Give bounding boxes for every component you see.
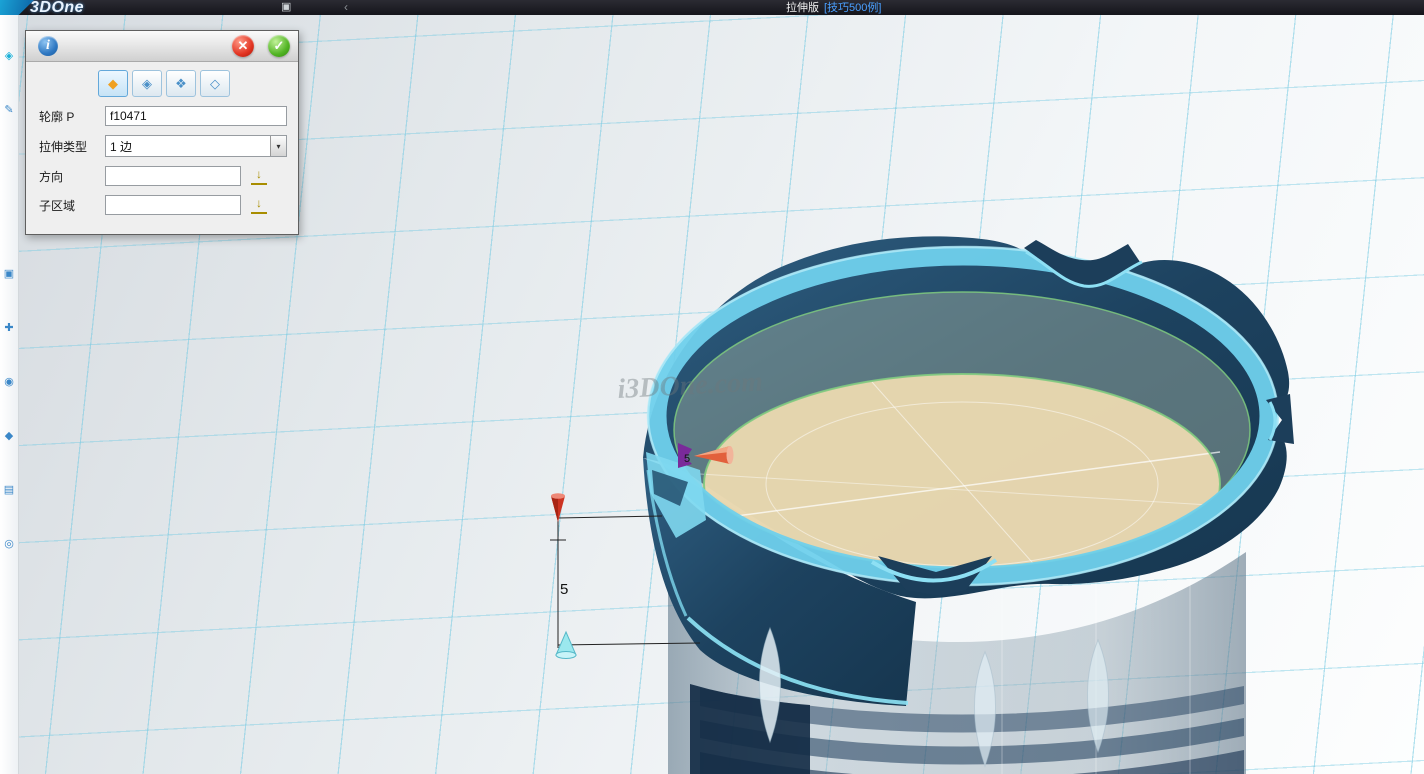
mode-add-button[interactable]: ◈ (132, 70, 162, 97)
extrude-type-value: 1 边 (106, 138, 270, 155)
topbar: 3DOne ▣ ‹ 拉伸版 [技巧500例] (0, 0, 1424, 15)
sidebar-extrude-tool-icon[interactable]: ◆ (2, 429, 16, 443)
profile-field-row: 轮廓 P (26, 106, 298, 126)
extrude-type-select[interactable]: 1 边 ▾ (105, 135, 287, 157)
mode-base-button[interactable]: ◆ (98, 70, 128, 97)
sidebar-solid-tool-icon[interactable]: ▣ (2, 267, 16, 281)
extrude-dialog: i ✕ ✓ ◆ ◈ ❖ ◇ 轮廓 P 拉伸类型 1 边 ▾ 方向 ↓ 子区域 (25, 30, 299, 235)
document-title-doc: [技巧500例] (824, 2, 881, 14)
direction-field-row: 方向 ↓ (26, 166, 298, 186)
app-logo: 3DOne (30, 0, 84, 15)
extrude-type-label: 拉伸类型 (26, 138, 105, 155)
cancel-button[interactable]: ✕ (232, 35, 254, 57)
subregion-field-row: 子区域 ↓ (26, 195, 298, 215)
subregion-label: 子区域 (26, 197, 105, 214)
direction-label: 方向 (26, 168, 105, 185)
info-icon[interactable]: i (38, 36, 58, 56)
left-toolbar: ◈ ✎ ▣ ✚ ◉ ◆ ▤ ◎ (0, 15, 19, 774)
direction-pick-arrow-icon[interactable]: ↓ (251, 168, 267, 185)
document-title-text: 拉伸版 (786, 2, 819, 14)
window-icon[interactable]: ▣ (281, 0, 291, 15)
sidebar-select-tool-icon[interactable]: ◈ (2, 49, 16, 63)
mode-subtract-button[interactable]: ❖ (166, 70, 196, 97)
boolean-mode-row: ◆ ◈ ❖ ◇ (26, 70, 298, 97)
document-title: 拉伸版 [技巧500例] (786, 1, 881, 15)
subregion-input[interactable] (105, 195, 241, 215)
chevron-down-icon[interactable]: ▾ (270, 136, 286, 156)
collapse-icon[interactable]: ‹ (344, 0, 348, 15)
logo-swoosh-icon (0, 0, 34, 15)
dialog-header[interactable]: i ✕ ✓ (26, 31, 298, 62)
extrude-type-field-row: 拉伸类型 1 边 ▾ (26, 135, 298, 157)
sidebar-list-tool-icon[interactable]: ▤ (2, 483, 16, 497)
sidebar-revolve-tool-icon[interactable]: ◉ (2, 375, 16, 389)
sidebar-orbit-tool-icon[interactable]: ◎ (2, 537, 16, 551)
confirm-button[interactable]: ✓ (268, 35, 290, 57)
dimension-value-label: 5 (560, 581, 568, 598)
edge-dimension-label: 5 (684, 453, 690, 465)
subregion-pick-arrow-icon[interactable]: ↓ (251, 197, 267, 214)
sidebar-add-tool-icon[interactable]: ✚ (2, 321, 16, 335)
sidebar-sketch-tool-icon[interactable]: ✎ (2, 103, 16, 117)
profile-label: 轮廓 P (26, 108, 105, 125)
mode-intersect-button[interactable]: ◇ (200, 70, 230, 97)
direction-input[interactable] (105, 166, 241, 186)
profile-input[interactable] (105, 106, 287, 126)
dialog-body: ◆ ◈ ❖ ◇ 轮廓 P 拉伸类型 1 边 ▾ 方向 ↓ 子区域 ↓ (26, 62, 298, 234)
